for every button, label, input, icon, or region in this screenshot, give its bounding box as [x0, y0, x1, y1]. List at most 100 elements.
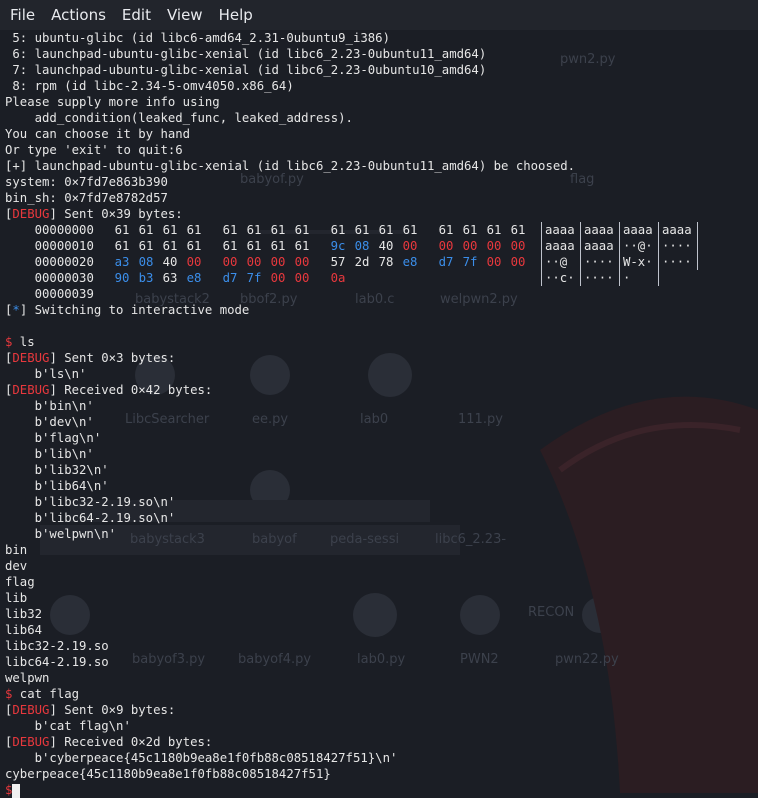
command-line: $ ls — [5, 334, 758, 350]
hex-byte: 61 — [162, 239, 178, 253]
text-cursor[interactable] — [12, 783, 21, 798]
hex-offset: 00000010 — [34, 239, 94, 253]
menu-help[interactable]: Help — [211, 0, 261, 30]
terminal-line: b'bin\n' — [5, 399, 94, 413]
hex-byte: 00 — [186, 255, 202, 269]
hex-byte: 00 — [270, 271, 286, 285]
log-text: ] Sent 0×39 bytes: — [49, 207, 183, 221]
hex-byte: 61 — [486, 223, 502, 237]
terminal-line: add_condition(leaked_func, leaked_addres… — [5, 111, 353, 125]
debug-received-line: [DEBUG] Received 0×42 bytes: — [5, 382, 758, 398]
ascii-group: aaaa — [581, 238, 620, 254]
terminal-line: 8: rpm (id libc-2.34-5-omv4050.x86_64) — [5, 79, 294, 93]
hex-byte: 00 — [294, 271, 310, 285]
hex-group: 0a — [331, 270, 355, 286]
terminal-line: system: 0×7fd7e863b390 — [5, 175, 168, 189]
hex-byte: 40 — [162, 255, 178, 269]
hex-byte: 61 — [510, 223, 526, 237]
hex-byte: 08 — [354, 239, 370, 253]
ascii-group: ···· — [581, 270, 620, 286]
hex-byte: 61 — [114, 239, 130, 253]
terminal-line: You can choose it by hand — [5, 127, 191, 141]
ascii-view: ··c· ···· · — [541, 270, 659, 286]
debug-received-line: [DEBUG] Received 0×2d bytes: — [5, 734, 758, 750]
ascii-group: ···· — [659, 238, 698, 254]
hexdump-row: 00000000 61 61 61 61 61 61 61 61 61 61 61 61 61 61 61 61… — [5, 222, 758, 238]
hex-group: 61 61 61 61 — [331, 222, 427, 238]
hex-byte: 61 — [246, 223, 262, 237]
hex-byte: d7 — [438, 255, 454, 269]
hex-byte: 2d — [354, 255, 370, 269]
hex-indent — [5, 223, 35, 237]
ls-output-line: flag — [5, 575, 35, 589]
ascii-view: aaaa aaaa ··@· ···· — [541, 238, 698, 254]
hex-group: 61 61 61 61 — [439, 222, 535, 238]
menu-edit[interactable]: Edit — [114, 0, 159, 30]
hex-byte: 00 — [402, 239, 418, 253]
terminal-line: Please supply more info using — [5, 95, 220, 109]
hex-byte: 00 — [246, 255, 262, 269]
hex-byte: 61 — [354, 223, 370, 237]
hex-byte: 00 — [270, 255, 286, 269]
terminal-line: b'lib\n' — [5, 447, 94, 461]
hex-byte: 61 — [186, 223, 202, 237]
ls-output-line: libc32-2.19.so — [5, 639, 109, 653]
menu-file[interactable]: File — [0, 0, 43, 30]
ascii-group: aaaa — [581, 222, 620, 238]
hex-byte: 61 — [402, 223, 418, 237]
ls-output-line: libc64-2.19.so — [5, 655, 109, 669]
command-text: cat flag — [12, 687, 80, 701]
ls-output-line: dev — [5, 559, 28, 573]
hex-byte: 00 — [462, 239, 478, 253]
menu-view[interactable]: View — [159, 0, 211, 30]
hex-group: 61 61 61 61 — [223, 238, 319, 254]
hex-byte: 61 — [462, 223, 478, 237]
terminal-line: b'lib64\n' — [5, 479, 109, 493]
command-text: ls — [12, 335, 35, 349]
terminal-line: [+] launchpad-ubuntu-glibc-xenial (id li… — [5, 159, 576, 173]
flag-output: cyberpeace{45c1180b9ea8e1f0fb88c08518427… — [5, 767, 331, 781]
hex-byte: e8 — [186, 271, 202, 285]
menu-actions[interactable]: Actions — [43, 0, 114, 30]
ls-output-line: lib — [5, 591, 28, 605]
hex-byte: 61 — [330, 223, 346, 237]
hex-byte: b3 — [138, 271, 154, 285]
terminal-line: 6: launchpad-ubuntu-glibc-xenial (id lib… — [5, 47, 487, 61]
log-text: ] Sent 0×3 bytes: — [49, 351, 176, 365]
ls-output-line: bin — [5, 543, 28, 557]
hex-byte: 7f — [246, 271, 262, 285]
hex-byte: 00 — [486, 255, 502, 269]
debug-tag: DEBUG — [12, 703, 50, 717]
hex-byte: 61 — [138, 239, 154, 253]
status-line: [*] Switching to interactive mode — [5, 302, 758, 318]
hex-byte: d7 — [222, 271, 238, 285]
debug-tag: DEBUG — [12, 207, 50, 221]
prompt-symbol: $ — [5, 783, 13, 797]
hex-group: 00 00 00 00 — [223, 254, 319, 270]
hex-byte: 61 — [114, 223, 130, 237]
terminal-line: b'libc32-2.19.so\n' — [5, 495, 176, 509]
hex-byte: 78 — [378, 255, 394, 269]
terminal-line: Or type 'exit' to quit:6 — [5, 143, 183, 157]
hex-group: d7 7f 00 00 — [439, 254, 535, 270]
debug-sent-line: [DEBUG] Sent 0×9 bytes: — [5, 702, 758, 718]
hex-byte: 00 — [438, 239, 454, 253]
hex-group: 90 b3 63 e8 — [115, 270, 211, 286]
hex-byte: 00 — [222, 255, 238, 269]
ascii-group: aaaa — [620, 222, 659, 238]
terminal-line: b'welpwn\n' — [5, 527, 117, 541]
hex-offset: 00000020 — [34, 255, 94, 269]
log-text: ] Switching to interactive mode — [19, 303, 250, 317]
hex-byte: 61 — [162, 223, 178, 237]
ascii-view: aaaa aaaa aaaa aaaa — [541, 222, 698, 238]
hex-byte: 61 — [270, 223, 286, 237]
ascii-group: W-x· — [620, 254, 659, 270]
command-line[interactable]: $ — [5, 782, 758, 798]
hexdump-row: 00000010 61 61 61 61 61 61 61 61 9c 08 40 00 00 00 00 00… — [5, 238, 758, 254]
ascii-group: ···· — [659, 254, 698, 270]
hex-byte: 61 — [294, 223, 310, 237]
info-tag: * — [12, 303, 20, 317]
ascii-view: ··@ ···· W-x· ···· — [541, 254, 698, 270]
ascii-group: ··c· — [541, 270, 581, 286]
log-text: ] Received 0×2d bytes: — [49, 735, 213, 749]
